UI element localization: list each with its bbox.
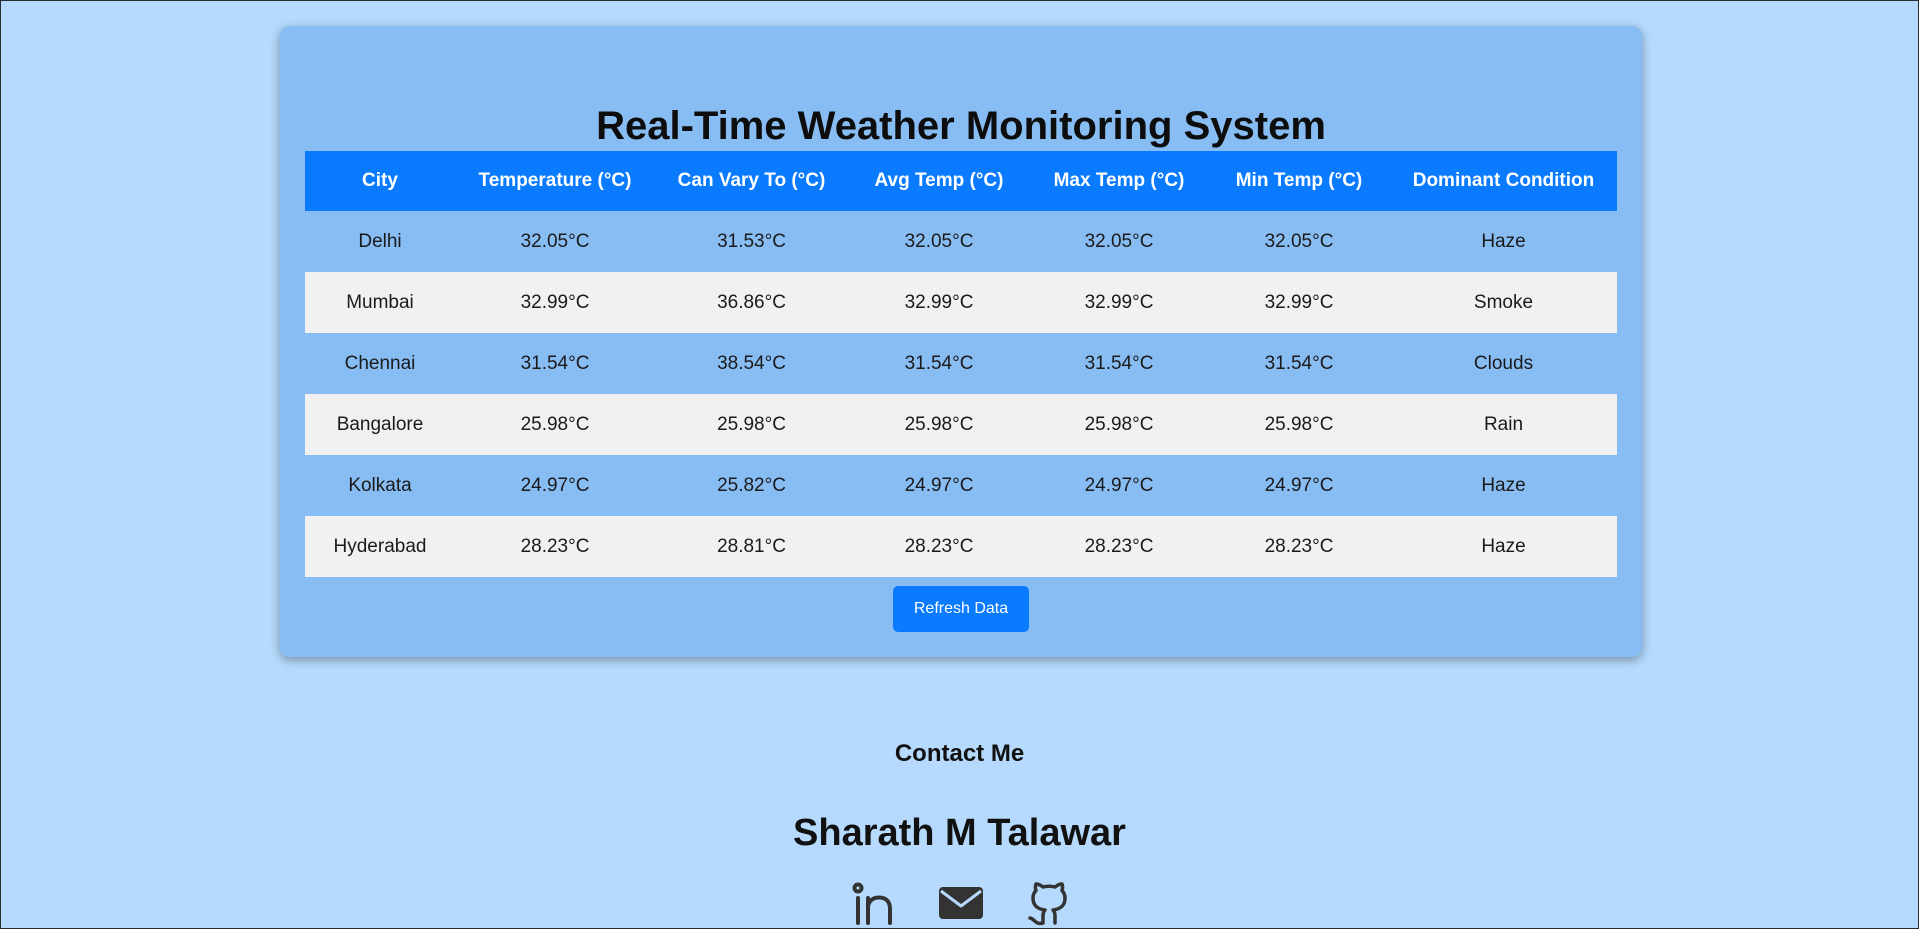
cell-temperature: 25.98°C	[455, 394, 655, 455]
cell-temperature: 28.23°C	[455, 516, 655, 577]
cell-min-temp: 31.54°C	[1208, 333, 1390, 394]
table-row: Bangalore 25.98°C 25.98°C 25.98°C 25.98°…	[305, 394, 1617, 455]
cell-temperature: 32.99°C	[455, 272, 655, 333]
cell-max-temp: 31.54°C	[1030, 333, 1208, 394]
header-avg-temp: Avg Temp (°C)	[848, 151, 1030, 211]
header-min-temp: Min Temp (°C)	[1208, 151, 1390, 211]
cell-can-vary-to: 25.98°C	[655, 394, 848, 455]
linkedin-link[interactable]	[850, 881, 898, 928]
cell-condition: Haze	[1390, 211, 1617, 272]
cell-can-vary-to: 31.53°C	[655, 211, 848, 272]
linkedin-icon	[852, 882, 892, 925]
social-links	[1, 881, 1918, 928]
cell-avg-temp: 32.99°C	[848, 272, 1030, 333]
cell-temperature: 32.05°C	[455, 211, 655, 272]
cell-can-vary-to: 38.54°C	[655, 333, 848, 394]
cell-city: Delhi	[305, 211, 455, 272]
cell-max-temp: 28.23°C	[1030, 516, 1208, 577]
header-can-vary-to: Can Vary To (°C)	[655, 151, 848, 211]
cell-min-temp: 28.23°C	[1208, 516, 1390, 577]
author-name: Sharath M Talawar	[793, 812, 1126, 854]
cell-max-temp: 24.97°C	[1030, 455, 1208, 516]
table-row: Mumbai 32.99°C 36.86°C 32.99°C 32.99°C 3…	[305, 272, 1617, 333]
page-title: Real-Time Weather Monitoring System	[596, 104, 1326, 148]
github-link[interactable]	[1025, 881, 1073, 928]
cell-avg-temp: 25.98°C	[848, 394, 1030, 455]
page-frame: Real-Time Weather Monitoring System City…	[0, 0, 1919, 929]
cell-temperature: 24.97°C	[455, 455, 655, 516]
cell-max-temp: 25.98°C	[1030, 394, 1208, 455]
header-dominant-condition: Dominant Condition	[1390, 151, 1617, 211]
cell-can-vary-to: 28.81°C	[655, 516, 848, 577]
envelope-icon	[939, 887, 983, 919]
cell-city: Chennai	[305, 333, 455, 394]
header-city: City	[305, 151, 455, 211]
contact-heading: Contact Me	[894, 740, 1025, 767]
cell-condition: Smoke	[1390, 272, 1617, 333]
cell-city: Hyderabad	[305, 516, 455, 577]
cell-temperature: 31.54°C	[455, 333, 655, 394]
email-link[interactable]	[937, 881, 985, 928]
header-temperature: Temperature (°C)	[455, 151, 655, 211]
weather-card: Real-Time Weather Monitoring System City…	[280, 26, 1642, 657]
table-header-row: City Temperature (°C) Can Vary To (°C) A…	[305, 151, 1617, 211]
cell-min-temp: 24.97°C	[1208, 455, 1390, 516]
github-icon	[1028, 882, 1067, 926]
table-row: Hyderabad 28.23°C 28.81°C 28.23°C 28.23°…	[305, 516, 1617, 577]
cell-condition: Haze	[1390, 516, 1617, 577]
header-max-temp: Max Temp (°C)	[1030, 151, 1208, 211]
cell-avg-temp: 24.97°C	[848, 455, 1030, 516]
cell-min-temp: 25.98°C	[1208, 394, 1390, 455]
cell-condition: Haze	[1390, 455, 1617, 516]
cell-avg-temp: 32.05°C	[848, 211, 1030, 272]
cell-max-temp: 32.99°C	[1030, 272, 1208, 333]
cell-city: Kolkata	[305, 455, 455, 516]
cell-max-temp: 32.05°C	[1030, 211, 1208, 272]
cell-condition: Rain	[1390, 394, 1617, 455]
cell-min-temp: 32.05°C	[1208, 211, 1390, 272]
cell-can-vary-to: 36.86°C	[655, 272, 848, 333]
table-row: Kolkata 24.97°C 25.82°C 24.97°C 24.97°C …	[305, 455, 1617, 516]
cell-city: Bangalore	[305, 394, 455, 455]
cell-condition: Clouds	[1390, 333, 1617, 394]
cell-avg-temp: 31.54°C	[848, 333, 1030, 394]
weather-table: City Temperature (°C) Can Vary To (°C) A…	[305, 151, 1617, 577]
table-row: Delhi 32.05°C 31.53°C 32.05°C 32.05°C 32…	[305, 211, 1617, 272]
cell-min-temp: 32.99°C	[1208, 272, 1390, 333]
cell-avg-temp: 28.23°C	[848, 516, 1030, 577]
table-row: Chennai 31.54°C 38.54°C 31.54°C 31.54°C …	[305, 333, 1617, 394]
cell-city: Mumbai	[305, 272, 455, 333]
refresh-data-button[interactable]: Refresh Data	[893, 586, 1029, 632]
cell-can-vary-to: 25.82°C	[655, 455, 848, 516]
